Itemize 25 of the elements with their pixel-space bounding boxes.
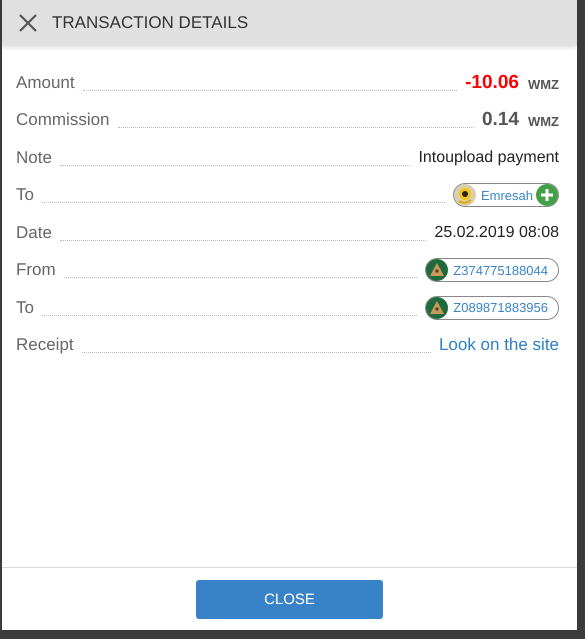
wallet-chip[interactable]: Z089871883956 [425, 296, 559, 320]
field-label: To [16, 185, 34, 206]
close-button[interactable]: CLOSE [196, 580, 383, 618]
field-label: Date [16, 222, 52, 243]
pyramid-avatar-icon [426, 259, 448, 282]
currency-label: WMZ [528, 114, 559, 130]
field-value: Intoupload payment [418, 148, 559, 167]
currency-label: WMZ [528, 76, 559, 92]
field-label: To [16, 298, 34, 318]
field-label: Commission [16, 110, 110, 130]
field-label: Receipt [16, 335, 74, 356]
field-label: From [16, 260, 56, 280]
site-link[interactable]: Look on the site [438, 335, 559, 356]
dialog-title: TRANSACTION DETAILS [52, 13, 248, 33]
eye-avatar-icon [454, 184, 476, 206]
amount-value: -10.06 [465, 72, 519, 94]
wallet-chip[interactable]: Emresah [452, 183, 559, 208]
field-label: Note [16, 148, 52, 168]
field-value: 25.02.2019 08:08 [434, 224, 559, 242]
amount-value: 0.14 [482, 109, 519, 132]
wallet-chip[interactable]: Z374775188044 [425, 258, 559, 282]
field-label: Amount [16, 72, 75, 93]
close-icon[interactable] [18, 13, 38, 33]
pyramid-avatar-icon [426, 296, 448, 319]
add-icon[interactable] [536, 184, 558, 206]
